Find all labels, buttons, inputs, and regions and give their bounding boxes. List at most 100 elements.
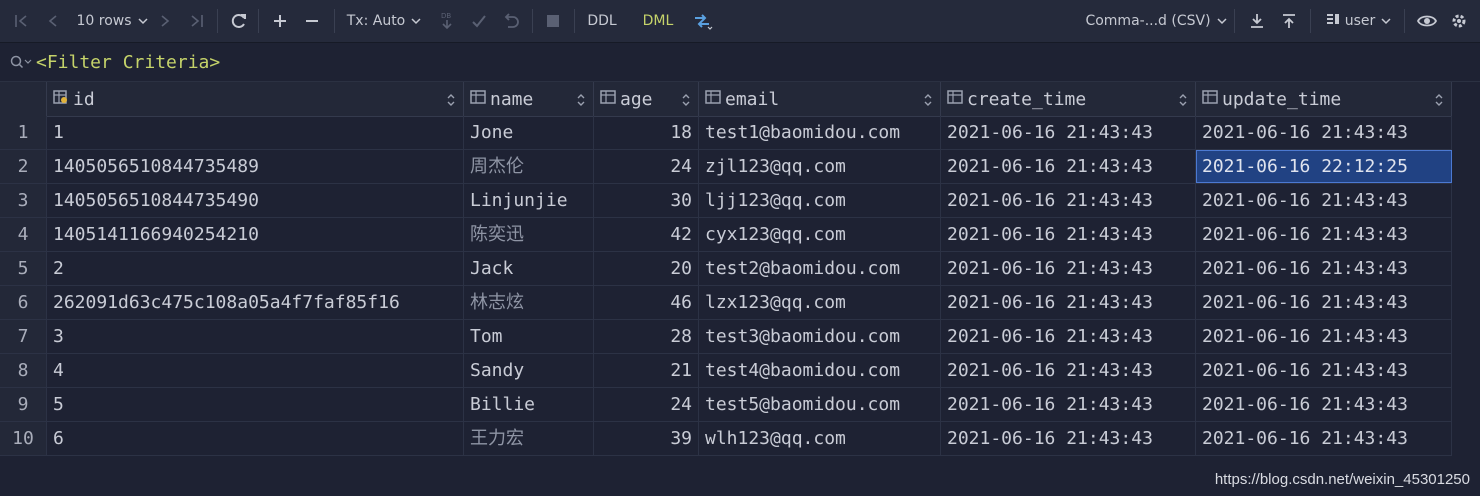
row-number[interactable]: 1 [0, 116, 47, 149]
cell-create-time[interactable]: 2021-06-16 21:43:43 [941, 320, 1196, 353]
stop-icon[interactable] [538, 0, 568, 42]
cell-name[interactable]: 林志炫 [464, 286, 594, 319]
previous-page-icon[interactable] [38, 0, 68, 42]
cell-email[interactable]: zjl123@qq.com [699, 150, 941, 183]
ddl-button[interactable]: DDL [584, 0, 620, 42]
cell-create-time[interactable]: 2021-06-16 21:43:43 [941, 150, 1196, 183]
row-number[interactable]: 6 [0, 286, 47, 319]
cell-update-time[interactable]: 2021-06-16 21:43:43 [1196, 252, 1452, 285]
table-row[interactable]: 6 262091d63c475c108a05a4f7faf85f16 林志炫 46 lz… [0, 286, 1452, 320]
column-header-create-time[interactable]: create_time [941, 82, 1196, 116]
cell-id[interactable]: 262091d63c475c108a05a4f7faf85f16 [47, 286, 464, 319]
cell-update-time[interactable]: 2021-06-16 21:43:43 [1196, 422, 1452, 455]
cell-email[interactable]: test4@baomidou.com [699, 354, 941, 387]
cell-age[interactable]: 39 [594, 422, 699, 455]
cell-update-time[interactable]: 2021-06-16 21:43:43 [1196, 218, 1452, 251]
cell-email[interactable]: test1@baomidou.com [699, 116, 941, 149]
sort-icon[interactable] [1435, 91, 1443, 112]
cell-name[interactable]: Tom [464, 320, 594, 353]
cell-create-time[interactable]: 2021-06-16 21:43:43 [941, 422, 1196, 455]
cell-name[interactable]: Jack [464, 252, 594, 285]
cell-email[interactable]: lzx123@qq.com [699, 286, 941, 319]
dml-button[interactable]: DML [638, 0, 678, 42]
cell-update-time[interactable]: 2021-06-16 21:43:43 [1196, 320, 1452, 353]
cell-email[interactable]: wlh123@qq.com [699, 422, 941, 455]
import-upload-icon[interactable] [1274, 0, 1304, 42]
schema-select[interactable]: user [1322, 0, 1394, 42]
last-page-icon[interactable] [182, 0, 212, 42]
cell-create-time[interactable]: 2021-06-16 21:43:43 [941, 184, 1196, 217]
compare-arrows-icon[interactable] [688, 0, 718, 42]
cell-update-time[interactable]: 2021-06-16 21:43:43 [1196, 116, 1452, 149]
sort-icon[interactable] [577, 91, 585, 112]
table-row[interactable]: 7 3 Tom 28 test3@baomidou.com 2021-06-16 21:4… [0, 320, 1452, 354]
row-number[interactable]: 10 [0, 422, 47, 455]
cell-create-time[interactable]: 2021-06-16 21:43:43 [941, 388, 1196, 421]
cell-age[interactable]: 18 [594, 116, 699, 149]
settings-gear-icon[interactable] [1444, 0, 1474, 42]
delete-row-icon[interactable] [297, 0, 327, 42]
cell-name[interactable]: Sandy [464, 354, 594, 387]
cell-email[interactable]: cyx123@qq.com [699, 218, 941, 251]
revert-icon[interactable] [496, 0, 526, 42]
cell-id[interactable]: 5 [47, 388, 464, 421]
sort-icon[interactable] [447, 91, 455, 112]
cell-name[interactable]: Jone [464, 116, 594, 149]
table-row[interactable]: 5 2 Jack 20 test2@baomidou.com 2021-06-16 21:… [0, 252, 1452, 286]
cell-age[interactable]: 21 [594, 354, 699, 387]
cell-age[interactable]: 24 [594, 150, 699, 183]
sort-icon[interactable] [1179, 91, 1187, 112]
cell-id[interactable]: 6 [47, 422, 464, 455]
column-header-update-time[interactable]: update_time [1196, 82, 1452, 116]
column-header-email[interactable]: email [699, 82, 941, 116]
cell-name[interactable]: 陈奕迅 [464, 218, 594, 251]
cell-name[interactable]: 王力宏 [464, 422, 594, 455]
row-number[interactable]: 5 [0, 252, 47, 285]
table-row[interactable]: 8 4 Sandy 21 test4@baomidou.com 2021-06-16 21… [0, 354, 1452, 388]
cell-id[interactable]: 3 [47, 320, 464, 353]
submit-check-icon[interactable] [464, 0, 494, 42]
column-header-id[interactable]: id [47, 82, 464, 116]
cell-id[interactable]: 2 [47, 252, 464, 285]
column-header-name[interactable]: name [464, 82, 594, 116]
cell-create-time[interactable]: 2021-06-16 21:43:43 [941, 116, 1196, 149]
row-number[interactable]: 8 [0, 354, 47, 387]
table-row[interactable]: 1 1 Jone 18 test1@baomidou.com 2021-06-16 21:… [0, 116, 1452, 150]
cell-id[interactable]: 4 [47, 354, 464, 387]
export-format-select[interactable]: Comma-...d (CSV) [1085, 0, 1227, 42]
add-row-icon[interactable] [265, 0, 295, 42]
refresh-icon[interactable] [224, 0, 254, 42]
row-number[interactable]: 9 [0, 388, 47, 421]
table-row[interactable]: 3 1405056510844735490 Linjunjie 30 ljj123@qq… [0, 184, 1452, 218]
cell-age[interactable]: 20 [594, 252, 699, 285]
cell-create-time[interactable]: 2021-06-16 21:43:43 [941, 354, 1196, 387]
commit-db-icon[interactable]: DB [432, 0, 462, 42]
filter-criteria-input[interactable]: <Filter Criteria> [36, 52, 220, 73]
cell-name[interactable]: 周杰伦 [464, 150, 594, 183]
cell-age[interactable]: 30 [594, 184, 699, 217]
sort-icon[interactable] [924, 91, 932, 112]
cell-update-time[interactable]: 2021-06-16 21:43:43 [1196, 184, 1452, 217]
cell-email[interactable]: ljj123@qq.com [699, 184, 941, 217]
cell-update-time[interactable]: 2021-06-16 21:43:43 [1196, 388, 1452, 421]
table-row[interactable]: 10 6 王力宏 39 wlh123@qq.com 2021-06-16 21:43:43… [0, 422, 1452, 456]
cell-update-time[interactable]: 2021-06-16 21:43:43 [1196, 286, 1452, 319]
row-number[interactable]: 3 [0, 184, 47, 217]
table-row[interactable]: 2 1405056510844735489 周杰伦 24 zjl123@qq.com 20… [0, 150, 1452, 184]
rows-per-page-select[interactable]: 10 rows [76, 0, 148, 42]
cell-email[interactable]: test3@baomidou.com [699, 320, 941, 353]
cell-age[interactable]: 28 [594, 320, 699, 353]
cell-age[interactable]: 46 [594, 286, 699, 319]
cell-create-time[interactable]: 2021-06-16 21:43:43 [941, 252, 1196, 285]
filter-search-icon[interactable] [10, 55, 32, 69]
cell-id[interactable]: 1 [47, 116, 464, 149]
cell-create-time[interactable]: 2021-06-16 21:43:43 [941, 218, 1196, 251]
cell-name[interactable]: Billie [464, 388, 594, 421]
column-header-age[interactable]: age [594, 82, 699, 116]
table-row[interactable]: 9 5 Billie 24 test5@baomidou.com 2021-06-16 2… [0, 388, 1452, 422]
cell-email[interactable]: test5@baomidou.com [699, 388, 941, 421]
row-number[interactable]: 2 [0, 150, 47, 183]
transaction-mode-select[interactable]: Tx: Auto [346, 0, 422, 42]
cell-age[interactable]: 42 [594, 218, 699, 251]
cell-id[interactable]: 1405056510844735489 [47, 150, 464, 183]
